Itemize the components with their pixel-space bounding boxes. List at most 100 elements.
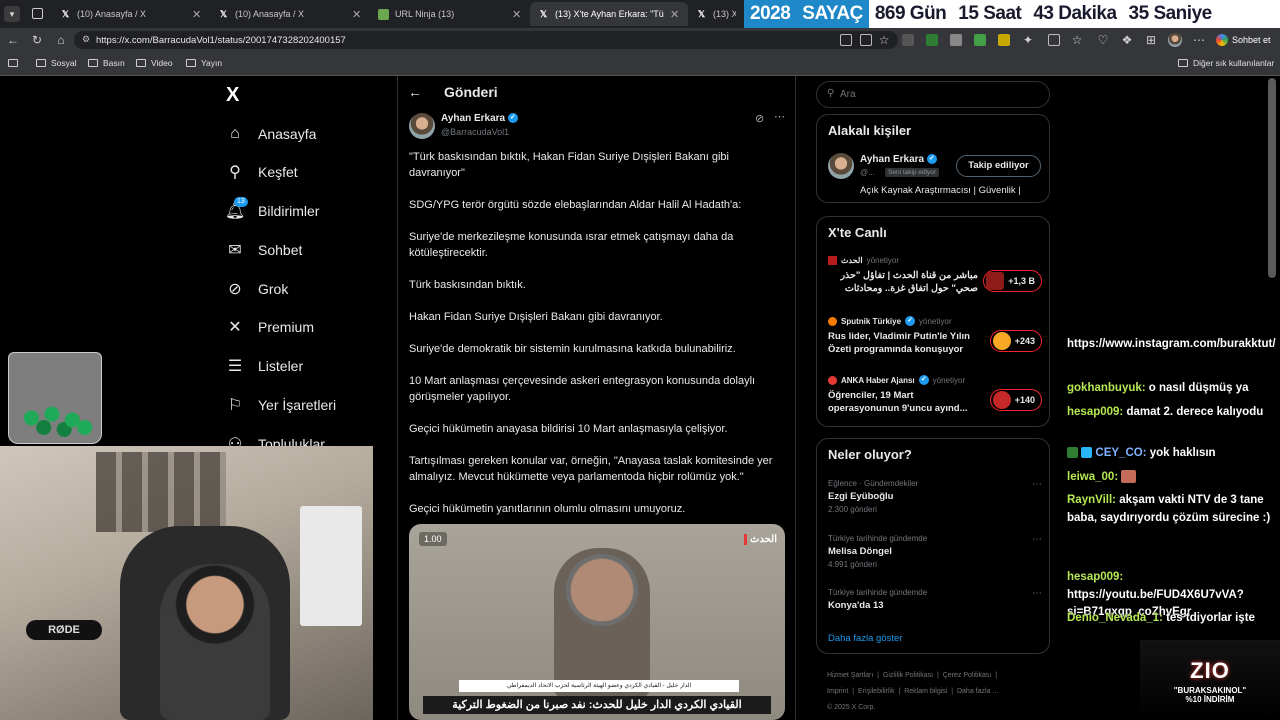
trend-name: Konya'da 13 (828, 600, 884, 611)
folder-icon (136, 59, 146, 67)
tweet-paragraph: Geçici hükümetin yanıtlarının olumlu olm… (409, 503, 686, 515)
workspaces-icon[interactable] (32, 8, 43, 19)
browser-tab-2[interactable]: URL Ninja (13) ✕ (370, 2, 530, 26)
more-options-icon[interactable]: ⋯ (774, 110, 785, 123)
other-bookmarks-folder[interactable]: Diğer sık kullanılanlar (1178, 58, 1274, 68)
site-info-icon[interactable]: ⚙ (82, 34, 90, 45)
close-tab-icon[interactable]: ✕ (512, 8, 522, 21)
related-avatar[interactable] (828, 153, 854, 179)
extensions-puzzle-icon[interactable]: ✦ (1021, 33, 1035, 47)
live-listeners-pill[interactable]: +1,3 B (983, 270, 1042, 292)
reload-icon[interactable]: ↻ (30, 33, 44, 47)
footer-link[interactable]: Reklam bilgisi (904, 688, 947, 695)
show-more-link[interactable]: Daha fazla göster (828, 633, 902, 644)
search-input[interactable]: ⚲ Ara (816, 81, 1050, 108)
more-options-icon[interactable]: ⋯ (1032, 479, 1042, 490)
author-avatar[interactable] (409, 113, 435, 139)
footer-link[interactable]: Erişilebilirlik (858, 688, 895, 695)
bookmark-folder-video[interactable]: Video (136, 58, 173, 68)
tweet-paragraph: Tartışılması gereken konular var, örneği… (409, 455, 773, 483)
browser-tab-3[interactable]: 𝕏 (13) X'te Ayhan Erkara: "Türk bask ✕ (530, 2, 688, 26)
tab-title: (13) X'te Ayhan Erkara: "Türk bask (555, 9, 664, 19)
tab-list-button[interactable]: ▾ (4, 6, 20, 22)
page-title: Gönderi (444, 84, 498, 100)
donation-jar-overlay (8, 352, 102, 444)
nav-home[interactable]: ⌂ Anasayfa (226, 121, 316, 147)
more-options-icon[interactable]: ⋯ (1032, 534, 1042, 545)
extension-2-icon[interactable] (926, 34, 938, 46)
live-listeners-pill[interactable]: +140 (989, 389, 1042, 411)
back-arrow-icon[interactable]: ← (408, 84, 422, 100)
collections-icon[interactable]: ♡ (1096, 33, 1110, 47)
nav-label: Grok (258, 281, 289, 297)
home-icon[interactable]: ⌂ (54, 33, 68, 47)
bookmark-folder-basin[interactable]: Basın (88, 58, 125, 68)
live-item-1[interactable]: Sputnik Türkiye ✓ yönetiyor Rus lider, Vla… (828, 316, 1042, 356)
browser-extensions-icon[interactable]: ⊞ (1144, 33, 1158, 47)
extension-5-icon[interactable] (998, 34, 1010, 46)
trend-item-1[interactable]: Türkiye tarihinde gündemde Melisa Döngel… (828, 534, 1042, 569)
footer-link[interactable]: Daha fazla ... (957, 688, 998, 695)
following-button[interactable]: Takip ediliyor (956, 155, 1041, 177)
extension-4-icon[interactable] (974, 34, 986, 46)
footer-link[interactable]: Gizlilik Politikası (883, 672, 933, 679)
more-menu-icon[interactable]: ⋯ (1192, 33, 1206, 47)
back-arrow-icon[interactable]: ← (6, 33, 20, 47)
split-screen-icon[interactable] (1048, 34, 1060, 46)
bookmark-folder-yayin[interactable]: Yayın (186, 58, 222, 68)
app-grid-icon[interactable] (840, 34, 852, 46)
live-item-2[interactable]: ANKA Haber Ajansı ✓ yönetiyor Öğrenciler, … (828, 375, 1042, 415)
profile-avatar[interactable] (1168, 33, 1182, 47)
extension-3-icon[interactable] (950, 34, 962, 46)
close-tab-icon[interactable]: ✕ (352, 8, 362, 21)
read-aloud-icon[interactable] (860, 34, 872, 46)
address-bar[interactable]: ⚙ https://x.com/BarracudaVol1/status/200… (74, 31, 898, 49)
x-logo[interactable]: X (226, 84, 239, 107)
live-listeners-pill[interactable]: +243 (989, 330, 1042, 352)
related-name[interactable]: Ayhan Erkara ✓ (860, 154, 937, 165)
folder-icon (186, 59, 196, 67)
chat-user: gokhanbuyuk: (1067, 382, 1146, 394)
nav-notifications[interactable]: 🔔︎ 13 Bildirimler (225, 197, 319, 224)
favorites-icon[interactable]: ☆ (1070, 33, 1084, 47)
author-name-text: Ayhan Erkara (441, 113, 506, 124)
browser-tab-0[interactable]: 𝕏 (10) Anasayfa / X ✕ (52, 2, 210, 26)
footer-link[interactable]: Çerez Politikası (943, 672, 992, 679)
nav-grok[interactable]: ⊘ Grok (226, 276, 288, 302)
browser-tab-1[interactable]: 𝕏 (10) Anasayfa / X ✕ (210, 2, 370, 26)
author-name[interactable]: Ayhan Erkara ✓ (441, 113, 518, 124)
video-speed-badge[interactable]: 1.00 (419, 532, 447, 546)
nav-lists[interactable]: ☰ Listeler (226, 353, 303, 379)
page-scrollbar[interactable] (1268, 78, 1276, 278)
lower-third-main: القيادي الكردي الدار خليل للحدث: نفد صبر… (423, 696, 771, 714)
trend-item-2[interactable]: Türkiye tarihinde gündemde Konya'da 13 ⋯ (828, 588, 1042, 611)
footer-link[interactable]: Hizmet Şartları (827, 672, 873, 679)
footer-link[interactable]: Imprint (827, 688, 848, 695)
copilot-chat-button[interactable]: Sohbet et (1212, 32, 1275, 48)
reading-list-icon[interactable] (8, 59, 18, 67)
chat-message: leiwa_00: (1067, 469, 1275, 487)
post-video[interactable]: 1.00 الحدث الدار خليل - القيادي الكردي و… (409, 524, 785, 720)
nav-explore[interactable]: ⚲ Keşfet (226, 159, 298, 185)
live-item-0[interactable]: الحدث yönetiyor مباشر من قناة الحدث | تفا… (828, 256, 1042, 295)
favorite-star-icon[interactable]: ☆ (877, 33, 891, 47)
post-header: ← Gönderi (408, 84, 498, 100)
chat-user: Denio_Nevada_1: (1067, 612, 1163, 624)
x-favicon-icon: 𝕏 (539, 8, 548, 19)
copilot-icon[interactable]: ❖ (1120, 33, 1134, 47)
nav-messages[interactable]: ✉ Sohbet (226, 237, 302, 263)
nav-premium[interactable]: ✕ Premium (226, 314, 314, 340)
lower-third-small: الدار خليل - القيادي الكردي وعضو الهيئة … (459, 680, 739, 692)
more-options-icon[interactable]: ⋯ (1032, 588, 1042, 599)
browser-tab-4[interactable]: 𝕏 (13) X'te (688, 2, 744, 26)
close-tab-icon[interactable]: ✕ (192, 8, 202, 21)
grok-explain-icon[interactable]: ⊘ (755, 112, 764, 125)
bookmark-folder-sosyal[interactable]: Sosyal (36, 58, 77, 68)
nav-bookmarks[interactable]: ⚐ Yer İşaretleri (226, 392, 336, 418)
live-source: ANKA Haber Ajansı (841, 375, 915, 385)
chat-message: Denio_Nevada_1: tes tdiyorlar işte (1067, 610, 1275, 628)
author-handle[interactable]: @BarracudaVol1 (441, 127, 509, 137)
close-tab-icon[interactable]: ✕ (670, 8, 680, 21)
extension-1-icon[interactable] (902, 34, 914, 46)
trend-item-0[interactable]: Eğlence · Gündemdekiler Ezgi Eyüboğlu 2.… (828, 479, 1042, 514)
